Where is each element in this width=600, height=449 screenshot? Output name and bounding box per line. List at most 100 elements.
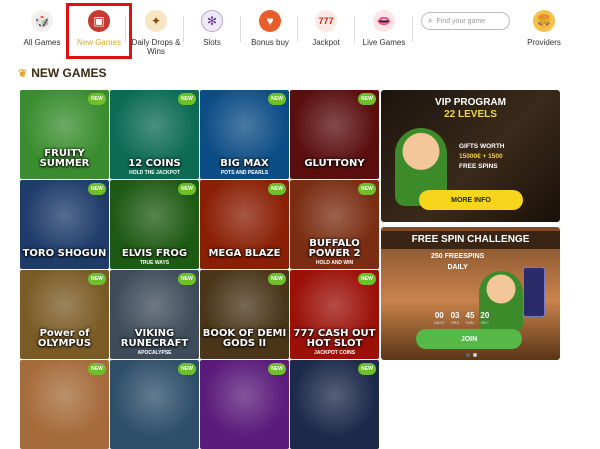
vip-program-banner[interactable]: VIP PROGRAM 22 LEVELS GIFTS WORTH 15000€… [381, 90, 560, 222]
new-badge: NEW [268, 273, 286, 285]
timer-label: SEC [480, 320, 489, 325]
nav-divider [297, 16, 298, 42]
more-info-button[interactable]: MORE INFO [419, 190, 523, 210]
new-badge: NEW [178, 183, 196, 195]
game-tile[interactable]: NEW FRUITY SUMMER [20, 90, 109, 179]
gifts-line: 15000€ + 1500 [459, 153, 503, 160]
nav-divider [183, 16, 184, 42]
timer-value: 20 [480, 311, 490, 320]
new-badge: NEW [358, 183, 376, 195]
game-title: ELVIS FROG [121, 248, 188, 259]
join-button[interactable]: JOIN [416, 329, 522, 349]
nav-label: Slots [203, 38, 221, 47]
timer-label: DAYS [434, 320, 445, 325]
new-badge: NEW [178, 93, 196, 105]
timer-label: MIN [466, 320, 474, 325]
nav-divider [240, 16, 241, 42]
new-badge: NEW [268, 363, 286, 375]
game-tile[interactable]: NEW [110, 360, 199, 449]
new-badge: NEW [88, 273, 106, 285]
nav-jackpot[interactable]: 777 Jackpot [296, 10, 356, 47]
new-badge: NEW [88, 363, 106, 375]
game-subtitle: HOLD THE JACKPOT [129, 170, 180, 176]
new-badge: NEW [358, 273, 376, 285]
new-badge: NEW [88, 93, 106, 105]
slot-machine-image [523, 267, 545, 317]
game-tile[interactable]: NEW BOOK OF DEMI GODS II [200, 270, 289, 359]
vip-levels: 22 LEVELS [444, 109, 497, 120]
nav-label: Live Games [362, 38, 406, 47]
game-title: Power of OLYMPUS [37, 328, 92, 349]
game-title: TORO SHOGUN [22, 248, 107, 259]
free-spin-challenge-banner[interactable]: FREE SPIN CHALLENGE 250 FREESPINS DAILY … [381, 227, 560, 360]
drops-icon: ✦ [145, 10, 167, 32]
nav-slots[interactable]: ✻ Slots [182, 10, 242, 47]
nav-divider [412, 16, 413, 42]
selection-highlight-box [66, 3, 132, 59]
fs-line: DAILY [447, 264, 468, 271]
new-badge: NEW [358, 93, 376, 105]
gifts-line: GIFTS WORTH [459, 143, 505, 150]
new-badge: NEW [358, 363, 376, 375]
new-badge: NEW [178, 363, 196, 375]
nav-label: Daily Drops & Wins [131, 38, 181, 56]
timer-cell: 00 DAYS [434, 311, 445, 325]
lips-icon: 👄 [373, 10, 395, 32]
nav-all-games[interactable]: 🎲 All Games [12, 10, 72, 47]
nav-label: Providers [527, 38, 561, 47]
carousel-dots [466, 353, 477, 357]
fs-title: FREE SPIN CHALLENGE [381, 231, 560, 249]
search-input[interactable]: ⌕ Find your game [421, 12, 510, 30]
game-tile[interactable]: NEW [200, 360, 289, 449]
timer-value: 03 [450, 311, 460, 320]
section-heading: ❦ NEW GAMES [18, 66, 107, 80]
game-tile[interactable]: NEW TORO SHOGUN [20, 180, 109, 269]
new-badge: NEW [178, 273, 196, 285]
game-subtitle: JACKPOT COINS [313, 350, 356, 356]
timer-value: 45 [465, 311, 475, 320]
vip-title-block: VIP PROGRAM 22 LEVELS [381, 97, 560, 121]
nav-live-games[interactable]: 👄 Live Games [354, 10, 414, 47]
game-tile[interactable]: NEW MEGA BLAZE [200, 180, 289, 269]
burger-icon: 🍔 [533, 10, 555, 32]
game-title: FRUITY SUMMER [39, 148, 90, 169]
carousel-dot[interactable] [466, 353, 470, 357]
game-tile[interactable]: NEW Power of OLYMPUS [20, 270, 109, 359]
game-tile[interactable]: NEW GLUTTONY [290, 90, 379, 179]
game-tile[interactable]: NEW BIG MAX POTS AND PEARLS [200, 90, 289, 179]
nav-label: Bonus buy [251, 38, 289, 47]
timer-value: 00 [434, 311, 444, 320]
timer-cell: 45 MIN [466, 311, 475, 325]
slots-wheel-icon: ✻ [201, 10, 223, 32]
timer-cell: 03 HRS [451, 311, 460, 325]
nav-divider [354, 16, 355, 42]
nav-daily-drops[interactable]: ✦ Daily Drops & Wins [126, 10, 186, 56]
vip-title: VIP PROGRAM [435, 97, 506, 108]
game-title: BIG MAX [220, 158, 269, 169]
game-tile[interactable]: NEW 777 CASH OUT HOT SLOT JACKPOT COINS [290, 270, 379, 359]
nav-bonus-buy[interactable]: ♥ Bonus buy [240, 10, 300, 47]
game-title: VIKING RUNECRAFT [120, 328, 189, 349]
game-title: BUFFALO POWER 2 [308, 238, 361, 259]
game-tile[interactable]: NEW [290, 360, 379, 449]
game-tile[interactable]: NEW BUFFALO POWER 2 HOLD AND WIN [290, 180, 379, 269]
fs-offer: 250 FREESPINS DAILY [431, 251, 484, 273]
game-tile[interactable]: NEW VIKING RUNECRAFT APOCALYPSE [110, 270, 199, 359]
nav-providers[interactable]: 🍔 Providers [514, 10, 574, 47]
countdown-timer: 00 DAYS 03 HRS 45 MIN 20 SEC [434, 311, 489, 325]
section-title: NEW GAMES [31, 66, 107, 80]
game-tile[interactable]: NEW ELVIS FROG TRUE WAYS [110, 180, 199, 269]
game-subtitle: TRUE WAYS [139, 260, 170, 266]
game-subtitle: POTS AND PEARLS [220, 170, 269, 176]
vip-gifts-text: GIFTS WORTH 15000€ + 1500 FREE SPINS [459, 142, 505, 172]
timer-label: HRS [450, 320, 460, 325]
leaf-icon: ❦ [18, 67, 28, 80]
game-tile[interactable]: NEW 12 COINS HOLD THE JACKPOT [110, 90, 199, 179]
timer-cell: 20 SEC [480, 311, 489, 325]
carousel-dot[interactable] [473, 353, 477, 357]
new-badge: NEW [268, 183, 286, 195]
game-title: GLUTTONY [304, 158, 365, 169]
game-tile[interactable]: NEW [20, 360, 109, 449]
game-subtitle: APOCALYPSE [137, 350, 172, 356]
game-subtitle: HOLD AND WIN [315, 260, 354, 266]
